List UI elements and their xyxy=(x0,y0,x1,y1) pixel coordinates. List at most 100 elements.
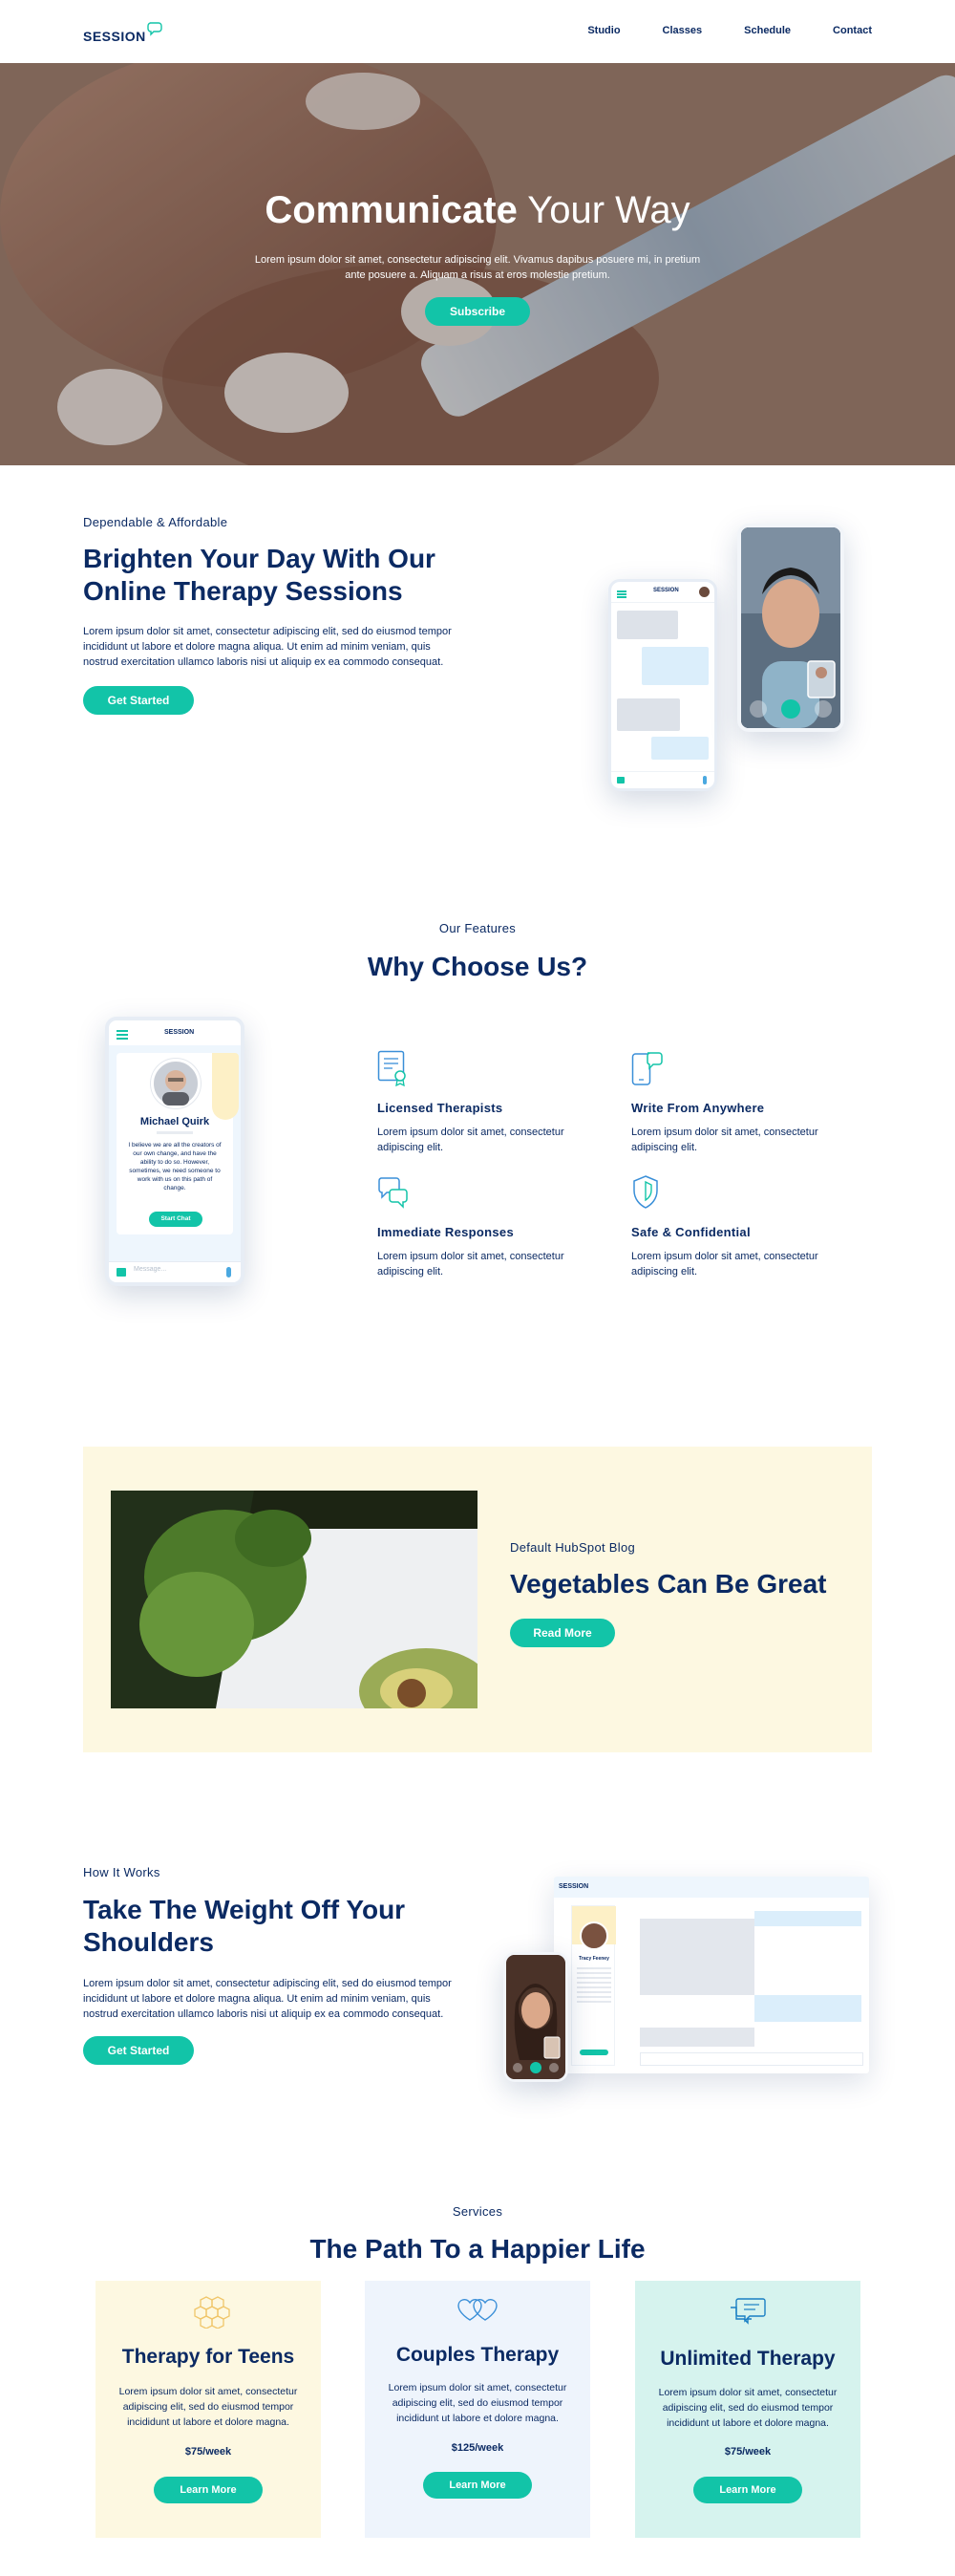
shield-icon xyxy=(633,1175,658,1209)
microphone-icon[interactable] xyxy=(703,776,707,784)
blog-featured-image[interactable] xyxy=(111,1491,478,1708)
contact-sidebar: Tracy Feeney xyxy=(571,1905,616,2066)
blog-eyebrow: Default HubSpot Blog xyxy=(510,1540,636,1555)
sent-message xyxy=(642,647,709,685)
blog-feature-section: Default HubSpot Blog Vegetables Can Be G… xyxy=(83,1447,872,1752)
hero-section: Communicate Your Way Lorem ipsum dolor s… xyxy=(0,63,955,465)
service-price: $125/week xyxy=(451,2442,504,2454)
chat-bubbles-icon xyxy=(378,1177,408,1209)
video-call-phone-mockup xyxy=(737,524,844,732)
received-message xyxy=(617,611,678,639)
profile-subtitle xyxy=(157,1131,193,1134)
avatar xyxy=(699,587,710,597)
about-text: Lorem ipsum dolor sit amet, consectetur … xyxy=(83,626,452,668)
service-title: Couples Therapy xyxy=(395,2344,560,2366)
feature-safe-confidential: Safe & Confidential Lorem ipsum dolor si… xyxy=(631,1174,860,1279)
service-title: Unlimited Therapy xyxy=(660,2348,836,2370)
learn-more-button[interactable]: Learn More xyxy=(423,2472,532,2499)
sent-message xyxy=(754,1911,861,1926)
profile-bio: I believe we are all the creators of our… xyxy=(128,1142,222,1191)
phone-logo: SESSION xyxy=(653,588,679,593)
avatar xyxy=(580,1921,608,1950)
how-title: Take The Weight Off Your Shoulders xyxy=(83,1895,406,1957)
get-started-button[interactable]: Get Started xyxy=(83,686,194,715)
feature-immediate-responses: Immediate Responses Lorem ipsum dolor si… xyxy=(377,1174,606,1279)
get-started-button-2[interactable]: Get Started xyxy=(83,2036,194,2065)
message-input[interactable]: Message... xyxy=(134,1266,166,1273)
received-message xyxy=(640,1919,754,1995)
received-message xyxy=(617,698,680,731)
learn-more-button[interactable]: Learn More xyxy=(693,2477,802,2503)
phone-logo: SESSION xyxy=(164,1029,195,1036)
contact-name: Tracy Feeney xyxy=(579,1956,609,1962)
message-input[interactable] xyxy=(640,2052,863,2066)
menu-icon[interactable] xyxy=(117,1030,128,1032)
features-title: Why Choose Us? xyxy=(367,952,588,981)
feature-title: Immediate Responses xyxy=(377,1225,514,1239)
camera-icon[interactable] xyxy=(617,777,625,784)
site-header: SESSION Studio Classes Schedule Contact xyxy=(0,0,955,63)
profile-card: Michael Quirk I believe we are all the c… xyxy=(117,1053,239,1234)
hero-title: Communicate Your Way xyxy=(0,189,955,232)
about-eyebrow: Dependable & Affordable xyxy=(83,515,228,529)
hexagons-icon xyxy=(194,2296,230,2329)
service-text: Lorem ipsum dolor sit amet, consectetur … xyxy=(658,2387,838,2429)
service-card-couples: Couples Therapy Lorem ipsum dolor sit am… xyxy=(365,2281,590,2538)
feature-title: Safe & Confidential xyxy=(631,1225,751,1239)
avatar xyxy=(151,1059,201,1108)
how-text: Lorem ipsum dolor sit amet, consectetur … xyxy=(83,1978,452,2020)
service-text: Lorem ipsum dolor sit amet, consectetur … xyxy=(388,2382,567,2424)
start-chat-button[interactable] xyxy=(580,2050,608,2055)
video-off-icon[interactable] xyxy=(817,703,829,715)
service-title: Therapy for Teens xyxy=(121,2346,295,2368)
speech-bubble-icon xyxy=(147,22,162,36)
features-eyebrow: Our Features xyxy=(438,921,517,935)
sent-message xyxy=(754,1995,861,2022)
sent-message xyxy=(651,737,709,760)
vegetables-image xyxy=(111,1491,478,1708)
nav-studio[interactable]: Studio xyxy=(587,25,620,36)
service-card-unlimited: Unlimited Therapy Lorem ipsum dolor sit … xyxy=(635,2281,860,2538)
feature-text: Lorem ipsum dolor sit amet, consectetur … xyxy=(377,1251,564,1277)
video-call-image xyxy=(506,1955,565,2079)
read-more-button[interactable]: Read More xyxy=(510,1619,615,1647)
service-price: $75/week xyxy=(724,2446,772,2458)
logo[interactable]: SESSION xyxy=(83,21,162,44)
services-title: The Path To a Happier Life xyxy=(309,2234,646,2264)
hearts-icon xyxy=(457,2299,498,2321)
start-chat-button[interactable]: Start Chat xyxy=(149,1212,202,1227)
video-call-image xyxy=(741,527,840,728)
feature-text: Lorem ipsum dolor sit amet, consectetur … xyxy=(631,1127,818,1153)
received-message xyxy=(640,2028,754,2047)
feature-title: Write From Anywhere xyxy=(631,1101,765,1115)
camera-icon[interactable] xyxy=(117,1268,126,1277)
certificate-icon xyxy=(377,1050,406,1087)
blog-title[interactable]: Vegetables Can Be Great xyxy=(510,1568,826,1600)
about-title: Brighten Your Day With Our Online Therap… xyxy=(83,544,435,606)
nav-schedule[interactable]: Schedule xyxy=(744,25,791,36)
service-text: Lorem ipsum dolor sit amet, consectetur … xyxy=(118,2386,298,2428)
microphone-icon[interactable] xyxy=(226,1267,231,1277)
service-card-teens: Therapy for Teens Lorem ipsum dolor sit … xyxy=(96,2281,321,2538)
nav-contact[interactable]: Contact xyxy=(833,25,872,36)
chat-phone-mockup: SESSION xyxy=(608,579,717,791)
menu-icon xyxy=(617,590,626,592)
profile-name: Michael Quirk xyxy=(139,1116,210,1127)
mute-icon[interactable] xyxy=(754,703,762,715)
video-call-phone-mockup-2 xyxy=(503,1952,568,2082)
feature-title: Licensed Therapists xyxy=(377,1101,503,1115)
hero-title-light: Your Way xyxy=(517,189,690,231)
desktop-logo: SESSION xyxy=(559,1883,589,1890)
logo-text: SESSION xyxy=(83,29,146,44)
mobile-chat-icon xyxy=(631,1052,663,1085)
profile-phone-mockup: SESSION Michael Quirk I believe we are a… xyxy=(105,1017,244,1286)
subscribe-button[interactable]: Subscribe xyxy=(425,297,530,326)
hero-title-bold: Communicate xyxy=(265,189,518,231)
chat-bubbles-icon xyxy=(731,2298,766,2325)
learn-more-button[interactable]: Learn More xyxy=(154,2477,263,2503)
feature-text: Lorem ipsum dolor sit amet, consectetur … xyxy=(631,1251,818,1277)
hero-text: Lorem ipsum dolor sit amet, consectetur … xyxy=(254,254,701,281)
nav-classes[interactable]: Classes xyxy=(663,25,703,36)
how-eyebrow: How It Works xyxy=(83,1865,160,1879)
hang-up-icon[interactable] xyxy=(785,703,796,715)
